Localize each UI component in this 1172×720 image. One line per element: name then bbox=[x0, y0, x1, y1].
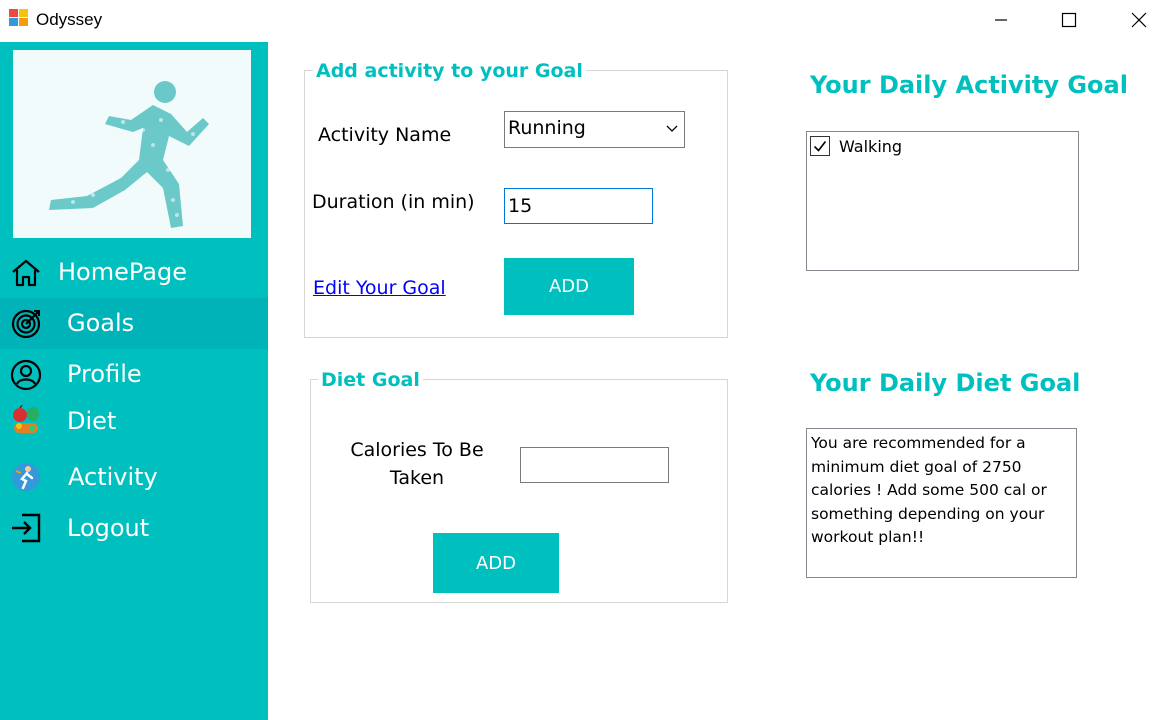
duration-input[interactable]: 15 bbox=[504, 188, 653, 224]
checkmark-icon bbox=[813, 141, 827, 152]
home-icon bbox=[12, 259, 40, 287]
sidebar-item-label: Diet bbox=[67, 407, 117, 435]
windows-app-icon bbox=[9, 9, 29, 27]
activity-name-value: Running bbox=[508, 117, 586, 139]
calories-label-line1: Calories To Be bbox=[350, 439, 484, 461]
daily-activity-list[interactable]: Walking bbox=[806, 131, 1079, 271]
close-button[interactable] bbox=[1116, 6, 1162, 34]
minimize-button[interactable] bbox=[978, 6, 1024, 34]
chevron-down-icon bbox=[666, 125, 678, 132]
fruits-vegetables-icon bbox=[13, 404, 39, 433]
daily-diet-text[interactable]: You are recommended for a minimum diet g… bbox=[806, 428, 1077, 578]
list-item[interactable]: Walking bbox=[810, 136, 902, 156]
title-bar: Odyssey bbox=[0, 0, 1172, 42]
calories-label-line2: Taken bbox=[389, 467, 445, 489]
diet-goal-legend: Diet Goal bbox=[318, 369, 423, 391]
add-diet-button[interactable]: ADD bbox=[433, 533, 559, 593]
minimize-icon bbox=[995, 19, 1007, 21]
daily-activity-heading: Your Daily Activity Goal bbox=[810, 71, 1128, 99]
sidebar-item-logout[interactable]: Logout bbox=[0, 504, 268, 554]
sidebar-item-homepage[interactable]: HomePage bbox=[0, 248, 268, 298]
duration-label: Duration (in min) bbox=[312, 191, 475, 213]
sidebar-item-label: HomePage bbox=[58, 258, 187, 286]
checkbox[interactable] bbox=[810, 136, 830, 156]
sidebar: HomePage Goals Profile Diet Activity Log… bbox=[0, 42, 268, 720]
daily-diet-heading: Your Daily Diet Goal bbox=[810, 369, 1081, 397]
calories-input[interactable] bbox=[520, 447, 669, 483]
maximize-icon bbox=[1061, 12, 1077, 28]
activity-name-label: Activity Name bbox=[318, 124, 452, 146]
sidebar-item-goals[interactable]: Goals bbox=[0, 298, 268, 349]
add-activity-legend: Add activity to your Goal bbox=[313, 60, 586, 82]
sidebar-item-diet[interactable]: Diet bbox=[0, 398, 268, 448]
window-title: Odyssey bbox=[36, 10, 103, 29]
sidebar-item-label: Activity bbox=[68, 463, 158, 491]
sidebar-item-activity[interactable]: Activity bbox=[0, 452, 268, 502]
close-icon bbox=[1131, 12, 1147, 28]
activity-name-select[interactable]: Running bbox=[504, 111, 685, 148]
sidebar-item-label: Goals bbox=[67, 309, 135, 337]
calories-label: Calories To Be Taken bbox=[336, 436, 498, 492]
maximize-button[interactable] bbox=[1046, 6, 1092, 34]
target-icon bbox=[11, 309, 41, 339]
duration-value: 15 bbox=[508, 195, 533, 217]
logout-icon bbox=[12, 513, 41, 543]
list-item-label: Walking bbox=[839, 136, 903, 156]
add-activity-button[interactable]: ADD bbox=[504, 258, 634, 315]
sidebar-item-label: Profile bbox=[67, 360, 142, 388]
sidebar-item-profile[interactable]: Profile bbox=[0, 350, 268, 400]
runner-badge-icon bbox=[12, 463, 40, 491]
sidebar-item-label: Logout bbox=[67, 514, 150, 542]
edit-goal-link[interactable]: Edit Your Goal bbox=[313, 277, 446, 299]
runner-silhouette-image bbox=[13, 50, 251, 238]
user-icon bbox=[10, 359, 42, 391]
